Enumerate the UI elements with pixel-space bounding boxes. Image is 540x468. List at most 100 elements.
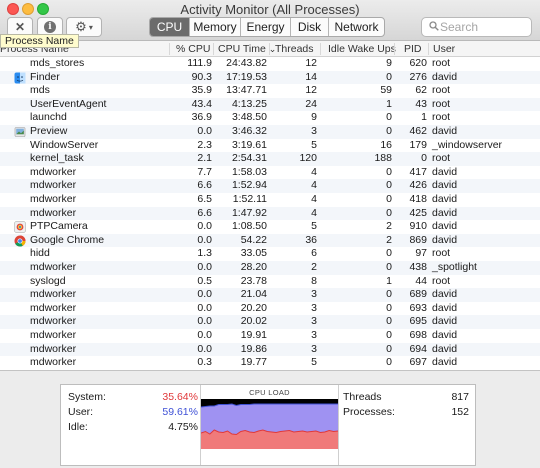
- cpu-percent-cell: 0.0: [197, 288, 212, 301]
- cpu-time-cell: 13:47.71: [226, 84, 267, 97]
- cpu-time-cell: 2:54.31: [231, 152, 267, 165]
- table-row[interactable]: PTPCamera 0.0 1:08.50 5 2 910 david: [0, 220, 540, 234]
- system-load-area: [201, 430, 338, 449]
- cpu-time-cell: 4:13.25: [231, 97, 267, 110]
- table-row[interactable]: Google Chrome 0.0 54.22 36 2 869 david: [0, 233, 540, 248]
- tab-network[interactable]: Network: [329, 18, 384, 36]
- table-row[interactable]: mdworker 7.7 1:58.03 4 0 417 david: [0, 166, 540, 180]
- tab-memory[interactable]: Memory: [190, 18, 241, 36]
- table-row[interactable]: syslogd 0.5 23.78 8 1 44 root: [0, 275, 540, 289]
- column-cpu-time[interactable]: CPU Time ⌄: [218, 43, 276, 55]
- user-load-area: [201, 404, 338, 435]
- column-cpu-percent[interactable]: % CPU: [176, 43, 210, 55]
- column-threads[interactable]: Threads: [275, 43, 314, 55]
- column-idle-wake-ups[interactable]: Idle Wake Ups: [328, 43, 396, 55]
- search-input[interactable]: [440, 20, 528, 34]
- pid-cell: 869: [409, 233, 427, 246]
- idle-wake-ups-cell: 0: [386, 301, 392, 314]
- search-field[interactable]: [421, 17, 532, 37]
- table-row[interactable]: UserEventAgent 43.4 4:13.25 24 1 43 root: [0, 97, 540, 112]
- pid-cell: 425: [409, 206, 427, 219]
- user-cell: root: [432, 84, 451, 97]
- table-row[interactable]: mdworker 0.0 20.20 3 0 693 david: [0, 302, 540, 316]
- column-user[interactable]: User: [433, 43, 455, 55]
- tab-disk[interactable]: Disk: [291, 18, 329, 36]
- user-cell: david: [432, 193, 458, 205]
- pid-cell: 62: [415, 84, 427, 97]
- threads-cell: 14: [305, 70, 317, 83]
- idle-wake-ups-cell: 1: [386, 97, 392, 110]
- table-row[interactable]: mdworker 0.0 19.91 3 0 698 david: [0, 329, 540, 343]
- cpu-percent-cell: 0.0: [197, 342, 212, 355]
- tab-energy[interactable]: Energy: [241, 18, 291, 36]
- cpu-percent-cell: 0.0: [197, 315, 212, 328]
- user-cell: root: [432, 247, 451, 260]
- user-cell: david: [432, 165, 458, 178]
- pid-cell: 417: [409, 165, 427, 178]
- close-icon: ✕: [14, 20, 26, 34]
- threads-cell: 24: [305, 97, 317, 110]
- process-name-cell: mdworker: [30, 356, 77, 369]
- cpu-time-cell: 1:47.92: [231, 206, 267, 219]
- cpu-time-cell: 21.04: [240, 288, 267, 301]
- table-row[interactable]: hidd 1.3 33.05 6 0 97 root: [0, 247, 540, 261]
- table-row[interactable]: mdworker 6.6 1:52.94 4 0 426 david: [0, 179, 540, 193]
- table-row[interactable]: WindowServer 2.3 3:19.61 5 16 179 _windowserve…: [0, 139, 540, 153]
- table-row[interactable]: mdworker 0.0 21.04 3 0 689 david: [0, 288, 540, 302]
- system-stat: System: 35.64%: [68, 391, 198, 403]
- user-cell: david: [432, 356, 458, 369]
- threads-cell: 12: [305, 57, 317, 69]
- cpu-percent-cell: 0.0: [197, 329, 212, 341]
- table-row[interactable]: mdworker 0.0 19.86 3 0 694 david: [0, 342, 540, 357]
- user-cell: david: [432, 220, 458, 233]
- pid-cell: 689: [409, 288, 427, 301]
- cpu-load-title: CPU LOAD: [249, 388, 290, 397]
- table-row[interactable]: mdworker 6.5 1:52.11 4 0 418 david: [0, 193, 540, 207]
- window-toolbar: Activity Monitor (All Processes) ✕ i ⚙ ▾…: [0, 0, 540, 41]
- process-name-cell: mdworker: [30, 329, 77, 341]
- table-row[interactable]: Finder 90.3 17:19.53 14 0 276 david: [0, 70, 540, 85]
- table-row[interactable]: kernel_task 2.1 2:54.31 120 188 0 root: [0, 152, 540, 166]
- pid-cell: 910: [409, 220, 427, 233]
- column-pid[interactable]: PID: [404, 43, 422, 55]
- cpu-time-cell: 19.91: [240, 329, 267, 341]
- table-row[interactable]: mdworker 0.0 28.20 2 0 438 _spotlight: [0, 261, 540, 275]
- cpu-percent-cell: 36.9: [191, 111, 212, 124]
- idle-wake-ups-cell: 2: [386, 220, 392, 233]
- table-row[interactable]: mds 35.9 13:47.71 12 59 62 root: [0, 84, 540, 98]
- cpu-percent-cell: 1.3: [197, 247, 212, 260]
- pid-cell: 695: [409, 315, 427, 328]
- table-row[interactable]: launchd 36.9 3:48.50 9 0 1 root: [0, 111, 540, 125]
- table-row[interactable]: mdworker 0.0 20.02 3 0 695 david: [0, 315, 540, 329]
- cpu-time-cell: 19.77: [240, 356, 267, 369]
- table-row[interactable]: mds_stores 111.9 24:43.82 12 9 620 root: [0, 57, 540, 71]
- pid-cell: 97: [415, 247, 427, 260]
- table-row[interactable]: mdworker 0.3 19.77 5 0 697 david: [0, 356, 540, 370]
- threads-cell: 4: [311, 193, 317, 205]
- idle-wake-ups-cell: 0: [386, 111, 392, 124]
- system-value: 35.64%: [162, 391, 198, 403]
- cpu-time-cell: 33.05: [240, 247, 267, 260]
- idle-wake-ups-cell: 0: [386, 315, 392, 328]
- idle-wake-ups-cell: 0: [386, 288, 392, 301]
- cpu-time-cell: 20.20: [240, 301, 267, 314]
- cpu-load-graph: CPU LOAD: [200, 385, 339, 465]
- user-cell: david: [432, 233, 458, 246]
- cpu-percent-cell: 6.6: [197, 179, 212, 192]
- pid-cell: 693: [409, 301, 427, 314]
- idle-wake-ups-cell: 0: [386, 329, 392, 341]
- preview-icon: [14, 126, 26, 138]
- user-cell: root: [432, 274, 451, 287]
- process-name-cell: mdworker: [30, 301, 77, 314]
- cpu-percent-cell: 90.3: [191, 70, 212, 83]
- table-row[interactable]: Preview 0.0 3:46.32 3 0 462 david: [0, 125, 540, 139]
- process-name-cell: mdworker: [30, 165, 77, 178]
- cpu-time-cell: 17:19.53: [226, 70, 267, 83]
- table-row[interactable]: mdworker 6.6 1:47.92 4 0 425 david: [0, 206, 540, 221]
- cpu-summary-box: System: 35.64% User: 59.61% Idle: 4.75% …: [60, 384, 476, 466]
- process-name-cell: mdworker: [30, 342, 77, 355]
- cpu-time-cell: 19.86: [240, 342, 267, 355]
- process-name-cell: mdworker: [30, 315, 77, 328]
- tab-cpu[interactable]: CPU: [150, 18, 190, 36]
- user-label: User:: [68, 406, 94, 418]
